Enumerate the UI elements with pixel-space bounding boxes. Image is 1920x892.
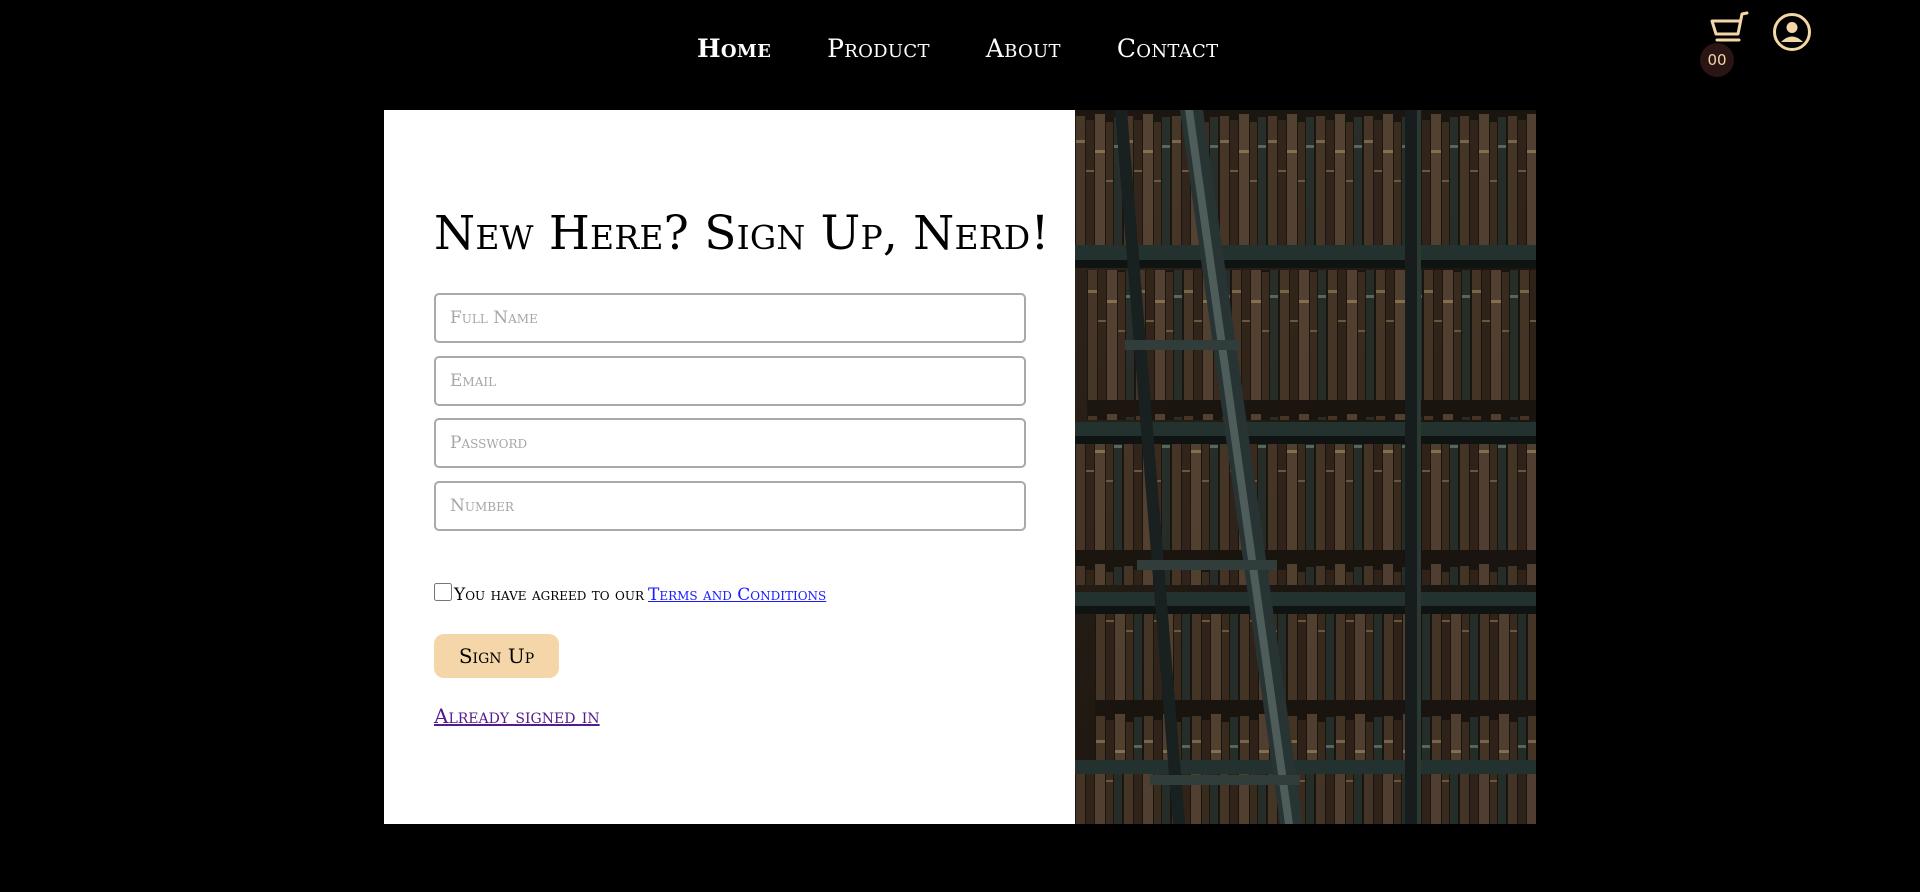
cart-count-badge: 00 <box>1700 43 1734 77</box>
signup-title: New Here? Sign Up, Nerd! <box>434 206 1050 261</box>
terms-text: You have agreed to our <box>454 585 645 605</box>
signup-button[interactable]: Sign Up <box>434 634 559 678</box>
terms-row: You have agreed to our Terms and Conditi… <box>434 582 826 605</box>
nav-product-link[interactable]: Product <box>827 34 930 63</box>
nav-links: Home Product About Contact <box>697 34 1274 63</box>
nav-home-link[interactable]: Home <box>697 34 771 63</box>
profile-icon[interactable] <box>1772 12 1812 52</box>
password-input[interactable] <box>434 418 1026 468</box>
signup-form-panel: New Here? Sign Up, Nerd! You have agreed… <box>384 110 1075 824</box>
navbar: Home Product About Contact 00 <box>0 0 1920 100</box>
nav-about-link[interactable]: About <box>986 34 1061 63</box>
terms-link[interactable]: Terms and Conditions <box>648 585 826 605</box>
already-signed-in-link[interactable]: Already signed in <box>434 704 600 728</box>
terms-checkbox[interactable] <box>434 583 452 601</box>
nav-contact-link[interactable]: Contact <box>1117 34 1219 63</box>
library-bookshelf-image <box>1075 110 1536 824</box>
number-input[interactable] <box>434 481 1026 531</box>
signup-card: New Here? Sign Up, Nerd! You have agreed… <box>384 110 1536 824</box>
email-input[interactable] <box>434 356 1026 406</box>
full-name-input[interactable] <box>434 293 1026 343</box>
